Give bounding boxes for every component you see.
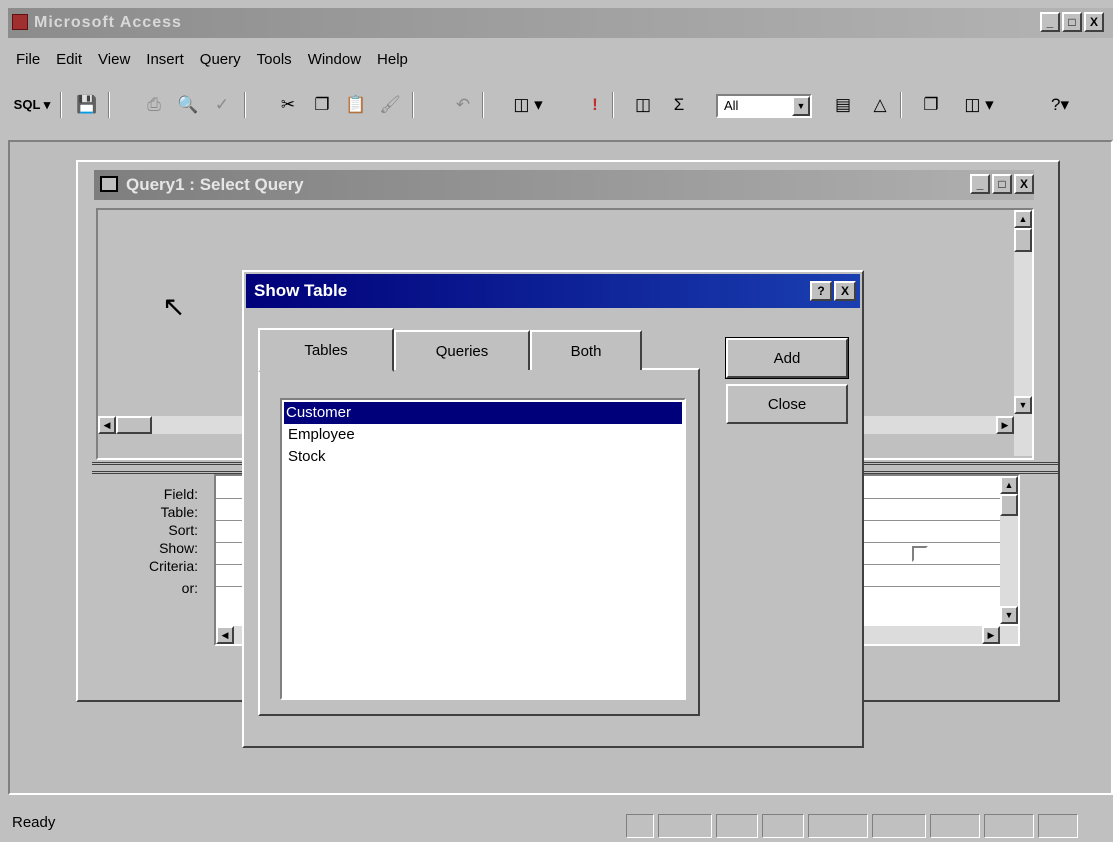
database-window-icon[interactable]: ❐ (914, 90, 948, 120)
access-app-icon (12, 14, 28, 30)
label-field: Field: (163, 486, 198, 502)
paste-icon[interactable]: 📋 (340, 90, 372, 120)
totals-icon[interactable]: Σ (664, 90, 694, 120)
grid-scroll-down-icon[interactable]: ▼ (1000, 606, 1018, 624)
scroll-up-icon[interactable]: ▲ (1014, 210, 1032, 228)
label-or: or: (181, 580, 198, 596)
print-preview-icon[interactable]: 🔍 (172, 90, 204, 120)
chevron-down-icon[interactable]: ▼ (792, 96, 810, 116)
status-indicator (984, 814, 1034, 838)
help-icon[interactable]: ?▾ (1038, 90, 1082, 120)
menu-bar: File Edit View Insert Query Tools Window… (8, 44, 1113, 74)
list-item-stock[interactable]: Stock (286, 446, 328, 468)
status-indicator (872, 814, 926, 838)
menu-help[interactable]: Help (369, 51, 416, 68)
menu-file[interactable]: File (8, 51, 48, 68)
format-painter-icon[interactable]: 🖌 (374, 90, 406, 120)
add-button[interactable]: Add (725, 337, 849, 379)
scroll-down-icon[interactable]: ▼ (1014, 396, 1032, 414)
list-item-employee[interactable]: Employee (286, 424, 357, 446)
run-icon[interactable]: ! (582, 90, 608, 120)
list-item-customer[interactable]: Customer (284, 402, 682, 424)
copy-icon[interactable]: ❐ (306, 90, 338, 120)
toolbar: SQL ▾ 💾 ⎙ 🔍 ✓ ✂ ❐ 📋 🖌 ↶ ◫ ▾ ! ◫ Σ All ▼ … (8, 82, 1113, 128)
scroll-left-icon[interactable]: ◀ (98, 416, 116, 434)
app-title: Microsoft Access (34, 14, 182, 31)
label-sort: Sort: (168, 522, 198, 538)
query-title: Query1 : Select Query (126, 175, 304, 194)
query-window-icon (100, 176, 118, 192)
query-close-button[interactable]: X (1014, 174, 1034, 194)
menu-tools[interactable]: Tools (249, 51, 300, 68)
app-title-bar: Microsoft Access _ □ X (8, 8, 1113, 38)
hscroll-thumb[interactable] (116, 416, 152, 434)
grid-row-labels: Field: Table: Sort: Show: Criteria: or: (92, 486, 198, 606)
close-button-label: Close (767, 395, 807, 413)
grid-scroll-up-icon[interactable]: ▲ (1000, 476, 1018, 494)
status-indicator (658, 814, 712, 838)
label-show: Show: (159, 540, 198, 556)
query-type-icon[interactable]: ◫ ▾ (502, 90, 554, 120)
undo-icon[interactable]: ↶ (448, 90, 478, 120)
dialog-help-button[interactable]: ? (810, 281, 832, 301)
tab-both[interactable]: Both (530, 330, 642, 370)
status-indicator (626, 814, 654, 838)
status-indicator (1038, 814, 1078, 838)
menu-insert[interactable]: Insert (138, 51, 192, 68)
print-icon[interactable]: ⎙ (138, 90, 170, 120)
top-values-combo[interactable]: All ▼ (716, 94, 812, 118)
query-maximize-button[interactable]: □ (992, 174, 1012, 194)
show-table-dialog: Show Table ? X Tables Queries Both Custo… (242, 270, 864, 748)
dialog-title: Show Table (254, 281, 348, 300)
scroll-thumb[interactable] (1014, 228, 1032, 252)
menu-query[interactable]: Query (192, 51, 249, 68)
spelling-icon[interactable]: ✓ (206, 90, 238, 120)
status-indicator (716, 814, 758, 838)
status-indicator (762, 814, 804, 838)
tab-tables[interactable]: Tables (258, 328, 394, 372)
sql-view-button[interactable]: SQL ▾ (8, 90, 56, 120)
query-minimize-button[interactable]: _ (970, 174, 990, 194)
maximize-button[interactable]: □ (1062, 12, 1082, 32)
status-text: Ready (12, 814, 56, 831)
label-table: Table: (160, 504, 198, 520)
menu-view[interactable]: View (90, 51, 138, 68)
status-bar: Ready (8, 806, 1113, 842)
close-dialog-button[interactable]: Close (726, 384, 848, 424)
grid-vscroll-thumb[interactable] (1000, 494, 1018, 516)
dialog-close-button[interactable]: X (834, 281, 856, 301)
mouse-pointer-icon: ↖ (162, 291, 186, 322)
dialog-title-bar[interactable]: Show Table ? X (246, 274, 860, 308)
status-indicator (808, 814, 868, 838)
label-criteria: Criteria: (148, 558, 198, 574)
save-icon[interactable]: 💾 (70, 90, 104, 120)
scroll-right-icon[interactable]: ▶ (996, 416, 1014, 434)
menu-window[interactable]: Window (300, 51, 369, 68)
minimize-button[interactable]: _ (1040, 12, 1060, 32)
show-table-icon[interactable]: ◫ (626, 90, 660, 120)
status-indicator (930, 814, 980, 838)
build-icon[interactable]: △ (864, 90, 896, 120)
new-object-icon[interactable]: ◫ ▾ (950, 90, 1008, 120)
add-button-label: Add (773, 349, 801, 367)
tab-queries[interactable]: Queries (394, 330, 530, 370)
show-checkbox[interactable] (912, 546, 928, 562)
query-title-bar[interactable]: Query1 : Select Query _ □ X (94, 170, 1034, 200)
cut-icon[interactable]: ✂ (272, 90, 304, 120)
grid-scroll-right-icon[interactable]: ▶ (982, 626, 1000, 644)
close-button[interactable]: X (1084, 12, 1104, 32)
grid-scroll-left-icon[interactable]: ◀ (216, 626, 234, 644)
menu-edit[interactable]: Edit (48, 51, 90, 68)
properties-icon[interactable]: ▤ (826, 90, 860, 120)
top-values-value: All (724, 98, 739, 113)
tables-list[interactable]: Customer Employee Stock (280, 398, 686, 700)
